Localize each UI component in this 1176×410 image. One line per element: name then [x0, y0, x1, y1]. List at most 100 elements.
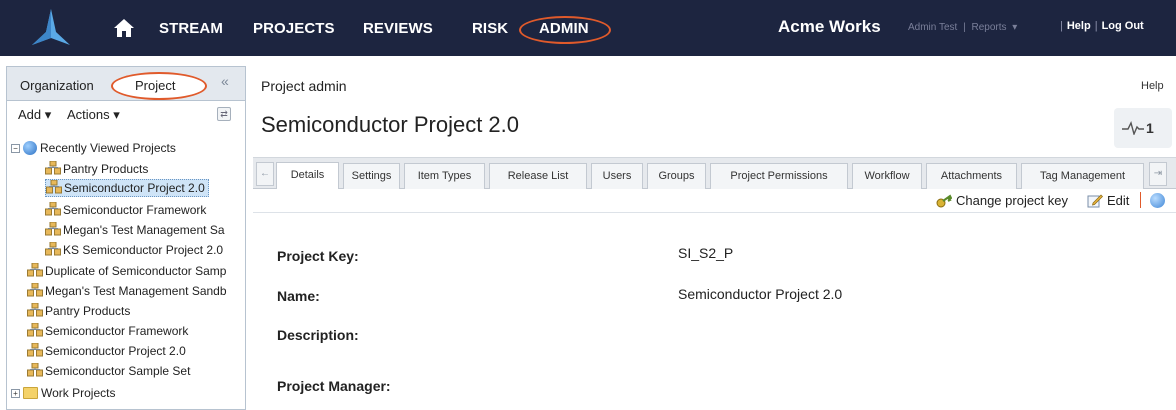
top-navigation-bar: STREAM PROJECTS REVIEWS RISK ADMIN Acme … [0, 0, 1176, 56]
info-icon[interactable] [1150, 193, 1165, 208]
project-icon [45, 222, 61, 236]
nav-admin[interactable]: ADMIN [539, 20, 589, 37]
refresh-icon[interactable]: ⇄ [217, 107, 231, 121]
tree-node-label: Pantry Products [45, 304, 131, 318]
project-icon [27, 323, 43, 337]
add-menu-button[interactable]: Add ▾ [18, 107, 51, 123]
action-separator [1140, 192, 1141, 208]
tree-node-label: Semiconductor Project 2.0 [64, 181, 205, 195]
project-key-label: Project Key: [277, 248, 359, 264]
project-icon [45, 161, 61, 175]
tab-groups[interactable]: Groups [647, 163, 706, 189]
logout-link[interactable]: Log Out [1102, 20, 1144, 32]
tree-node-recent-0[interactable]: Pantry Products [45, 161, 148, 179]
tab-workflow[interactable]: Workflow [852, 163, 922, 189]
panel-tabs: Organization Project « [7, 67, 245, 101]
tab-tag-management[interactable]: Tag Management [1021, 163, 1144, 189]
name-label: Name: [277, 288, 320, 304]
tree-node-label: Work Projects [41, 386, 116, 400]
top-help-links: | Help | Log Out [1056, 20, 1144, 32]
tab-details[interactable]: Details [276, 162, 339, 190]
tree-node-label: Semiconductor Framework [63, 203, 207, 217]
organization-name: Acme Works [778, 17, 881, 36]
tree-node-project-1[interactable]: Megan's Test Management Sandb [27, 283, 227, 301]
tree-node-label: Recently Viewed Projects [40, 141, 176, 155]
description-label: Description: [277, 327, 359, 343]
activity-badge[interactable]: 1 [1114, 108, 1172, 148]
reports-link[interactable]: Reports [971, 22, 1006, 33]
tree-node-recent-4[interactable]: KS Semiconductor Project 2.0 [45, 242, 223, 260]
edit-button[interactable]: Edit [1107, 193, 1129, 208]
nav-stream[interactable]: STREAM [159, 20, 223, 37]
tree-node-project-2[interactable]: Pantry Products [27, 303, 130, 321]
details-action-bar: Change project key Edit [253, 189, 1176, 213]
tab-project-permissions[interactable]: Project Permissions [710, 163, 848, 189]
nav-risk[interactable]: RISK [472, 20, 508, 37]
tree-node-label: Megan's Test Management Sandb [45, 284, 227, 298]
project-icon [46, 180, 62, 194]
project-name-heading: Semiconductor Project 2.0 [261, 112, 520, 137]
activity-count: 1 [1146, 120, 1154, 136]
logout-separator: | [1094, 20, 1098, 32]
tree-node-recent-1-selected[interactable]: Semiconductor Project 2.0 [45, 179, 209, 197]
tab-item-types[interactable]: Item Types [404, 163, 485, 189]
tree-node-project-4[interactable]: Semiconductor Project 2.0 [27, 343, 186, 361]
project-tree-panel: Organization Project « Add ▾ Actions ▾ ⇄… [6, 66, 246, 410]
nav-projects[interactable]: PROJECTS [253, 20, 335, 37]
project-icon [45, 202, 61, 216]
tab-project[interactable]: Project [135, 78, 175, 93]
tab-release-list[interactable]: Release List [489, 163, 587, 189]
tab-organization[interactable]: Organization [20, 78, 94, 93]
reports-dropdown-icon[interactable]: ▾ [1012, 22, 1017, 33]
tree-node-label: Duplicate of Semiconductor Samp [45, 264, 227, 278]
globe-icon [23, 141, 37, 155]
tree-node-label: Semiconductor Project 2.0 [45, 344, 186, 358]
user-links: Admin Test | Reports ▾ [908, 22, 1020, 33]
user-links-separator: | [963, 22, 966, 33]
tab-attachments[interactable]: Attachments [926, 163, 1017, 189]
tree-node-project-5[interactable]: Semiconductor Sample Set [27, 363, 190, 381]
project-icon [27, 263, 43, 277]
project-icon [45, 242, 61, 256]
page-title: Project admin [261, 78, 347, 94]
tree-node-label: Semiconductor Framework [45, 324, 189, 338]
nav-reviews[interactable]: REVIEWS [363, 20, 433, 37]
project-tabs: ← Details Settings Item Types Release Li… [253, 157, 1176, 190]
project-icon [27, 343, 43, 357]
tab-scroll-right-icon[interactable]: ⇥ [1149, 162, 1167, 186]
help-link[interactable]: Help [1141, 80, 1164, 92]
actions-menu-button[interactable]: Actions ▾ [67, 107, 120, 123]
tree-node-label: Megan's Test Management Sa [63, 223, 225, 237]
user-name-link[interactable]: Admin Test [908, 22, 957, 33]
project-icon [27, 283, 43, 297]
name-value: Semiconductor Project 2.0 [678, 286, 843, 302]
tree-node-recent-2[interactable]: Semiconductor Framework [45, 202, 206, 220]
collapse-panel-icon[interactable]: « [221, 73, 229, 89]
project-icon [27, 363, 43, 377]
home-icon[interactable] [113, 18, 135, 38]
change-project-key-button[interactable]: Change project key [956, 193, 1068, 208]
edit-icon[interactable] [1087, 193, 1103, 208]
collapse-node-icon[interactable]: − [11, 144, 20, 153]
tree-node-label: KS Semiconductor Project 2.0 [63, 243, 224, 257]
key-icon[interactable] [936, 194, 952, 208]
brand-logo-icon[interactable] [30, 8, 72, 48]
tab-scroll-left-icon[interactable]: ← [256, 162, 274, 186]
tree-node-project-0[interactable]: Duplicate of Semiconductor Samp [27, 263, 226, 281]
project-manager-label: Project Manager: [277, 378, 391, 394]
tab-settings[interactable]: Settings [343, 163, 400, 189]
tree-node-label: Pantry Products [63, 162, 149, 176]
help-link[interactable]: Help [1067, 20, 1091, 32]
tab-users[interactable]: Users [591, 163, 643, 189]
project-icon [27, 303, 43, 317]
tree-node-project-3[interactable]: Semiconductor Framework [27, 323, 188, 341]
tree-node-recent-3[interactable]: Megan's Test Management Sa [45, 222, 225, 240]
folder-icon [23, 387, 38, 399]
tree-node-recently-viewed[interactable]: − Recently Viewed Projects [11, 140, 176, 158]
tree-node-work-projects[interactable]: + Work Projects [11, 385, 115, 403]
panel-toolbar: Add ▾ Actions ▾ ⇄ [7, 102, 245, 128]
help-separator: | [1060, 20, 1063, 32]
tree-node-label: Semiconductor Sample Set [45, 364, 191, 378]
expand-node-icon[interactable]: + [11, 389, 20, 398]
activity-pulse-icon [1122, 121, 1144, 135]
